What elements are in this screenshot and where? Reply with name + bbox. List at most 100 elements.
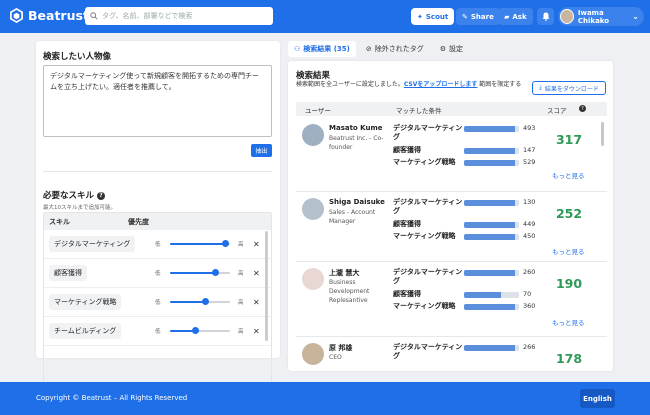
result-row[interactable]: Masato Kume Beatrust Inc. - Co-founder デジタ… (296, 118, 607, 192)
ask-button[interactable]: ▰ Ask (498, 8, 533, 25)
remove-skill-icon[interactable]: ✕ (253, 298, 260, 307)
top-header: Beatrust ✦ Scout ✎ Share ▰ Ask Iwama Chi… (0, 0, 650, 33)
match-row: デジタルマーケティング 130 (393, 198, 543, 215)
app-logo[interactable]: Beatrust (9, 8, 89, 23)
person-title: Beatrust Inc. - Co-founder (329, 135, 384, 151)
skill-chip[interactable]: チームビルディング (49, 323, 122, 339)
score-value: 252 (555, 206, 583, 221)
remove-skill-icon[interactable]: ✕ (253, 327, 260, 336)
chat-icon: ▰ (504, 12, 510, 21)
person-name[interactable]: 上瀧 慧大 (329, 268, 359, 278)
download-button[interactable]: ⤓ 結果をダウンロード (532, 81, 606, 95)
extract-button[interactable]: 抽出 (251, 144, 272, 157)
match-bar (464, 222, 519, 228)
skills-scrollbar[interactable] (265, 231, 268, 341)
tab-excluded-tags[interactable]: ⊘ 除外されたタグ (360, 41, 430, 57)
tab-results-label: 検索結果 (35) (303, 45, 350, 53)
skill-chip[interactable]: デジタルマーケティング (49, 236, 136, 252)
slider-handle[interactable] (201, 298, 209, 305)
share-button[interactable]: ✎ Share (456, 8, 500, 25)
match-label: デジタルマーケティング (393, 343, 463, 360)
skills-hint: 最大10スキルまで追加可能。 (43, 205, 116, 211)
profile-photo[interactable] (302, 268, 324, 290)
share-icon: ✎ (462, 12, 468, 21)
profile-photo[interactable] (302, 343, 324, 365)
notification-button[interactable] (537, 8, 554, 25)
person-name[interactable]: Masato Kume (329, 124, 383, 132)
col-skill: スキル (49, 217, 70, 226)
share-label: Share (470, 12, 494, 21)
scout-icon: ✦ (417, 12, 423, 21)
results-description: 検索範囲を全ユーザーに設定しました。CSVをアップロードします 範囲を限定する (296, 81, 531, 89)
persona-textarea[interactable]: デジタルマーケティング使って新規顧客を開拓するための専門チームを立ち上げたい。適… (43, 65, 272, 137)
chevron-down-icon: ⌄ (632, 12, 639, 21)
help-icon[interactable]: ? (579, 105, 586, 112)
help-icon[interactable]: ? (97, 191, 106, 200)
skill-row: マーケティング戦略 低 高 ✕ (44, 288, 271, 317)
footer: Copyright © Beatrust – All Rights Reserv… (0, 382, 650, 415)
result-row[interactable]: Shiga Daisuke Sales - Account Manager デジタル… (296, 192, 607, 262)
slider-handle[interactable] (212, 269, 219, 276)
user-menu[interactable]: Iwama Chikako ⌄ (558, 7, 644, 26)
more-link[interactable]: もっと見る (552, 317, 585, 327)
person-title: Sales - Account Manager (329, 209, 376, 225)
match-row: 顧客獲得 147 (393, 146, 543, 156)
priority-slider[interactable] (170, 269, 230, 276)
score-value: 190 (555, 276, 583, 291)
match-bar-fill (464, 222, 516, 228)
tab-results[interactable]: ⚇ 検索結果 (35) (288, 41, 356, 57)
priority-slider[interactable] (170, 327, 230, 334)
match-bar (464, 200, 519, 206)
remove-skill-icon[interactable]: ✕ (253, 240, 260, 249)
result-row[interactable]: 上瀧 慧大 Business Development Replesantive デジ… (296, 262, 607, 337)
priority-high-label: 高 (238, 242, 244, 248)
priority-low-label: 低 (155, 300, 161, 306)
results-scrollbar[interactable] (601, 122, 604, 146)
tab-settings[interactable]: ⚙ 設定 (434, 41, 469, 57)
match-label: マーケティング戦略 (393, 158, 456, 166)
match-bar-fill (464, 270, 516, 276)
skills-title: 必要なスキル? (43, 189, 106, 201)
slider-handle[interactable] (222, 240, 230, 247)
scout-button[interactable]: ✦ Scout (411, 8, 455, 25)
match-bar-fill (464, 126, 516, 132)
app-name: Beatrust (28, 8, 89, 23)
search-icon (90, 12, 98, 20)
match-label: マーケティング戦略 (393, 302, 456, 310)
ask-label: Ask (512, 12, 527, 21)
results-title: 検索結果 (296, 71, 331, 81)
match-value: 147 (523, 146, 536, 154)
remove-skill-icon[interactable]: ✕ (253, 269, 260, 278)
avatar (560, 9, 574, 24)
col-match: マッチした条件 (396, 107, 442, 115)
user-name: Iwama Chikako (577, 8, 610, 25)
result-row[interactable]: 原 邦雄 CEO デジタルマーケティング 266 178 (296, 337, 607, 371)
match-bar-fill (464, 234, 516, 240)
search-input[interactable] (102, 12, 262, 20)
skill-chip[interactable]: 顧客獲得 (49, 265, 87, 281)
profile-photo[interactable] (302, 198, 324, 220)
skill-chip[interactable]: マーケティング戦略 (49, 294, 122, 310)
person-name[interactable]: Shiga Daisuke (329, 198, 385, 206)
csv-upload-link[interactable]: CSVをアップロードします (404, 81, 477, 88)
score-value: 178 (555, 351, 583, 366)
person-title: CEO (329, 354, 342, 361)
language-button[interactable]: English (580, 389, 615, 408)
match-bar (464, 304, 519, 310)
tab-settings-label: 設定 (449, 45, 464, 53)
results-panel: 検索結果 検索範囲を全ユーザーに設定しました。CSVをアップロードします 範囲を… (288, 61, 613, 371)
more-link[interactable]: もっと見る (552, 246, 585, 256)
match-bar (464, 160, 519, 166)
priority-slider[interactable] (170, 240, 230, 247)
divider (43, 171, 272, 172)
more-link[interactable]: もっと見る (552, 170, 585, 180)
profile-photo[interactable] (302, 124, 324, 146)
person-name[interactable]: 原 邦雄 (329, 343, 352, 353)
match-value: 529 (523, 158, 536, 166)
slider-handle[interactable] (192, 327, 200, 334)
search-box[interactable] (85, 7, 273, 25)
priority-slider[interactable] (170, 298, 230, 305)
download-label: 結果をダウンロード (544, 85, 599, 93)
copyright: Copyright © Beatrust – All Rights Reserv… (36, 394, 188, 402)
bell-icon (542, 12, 549, 21)
